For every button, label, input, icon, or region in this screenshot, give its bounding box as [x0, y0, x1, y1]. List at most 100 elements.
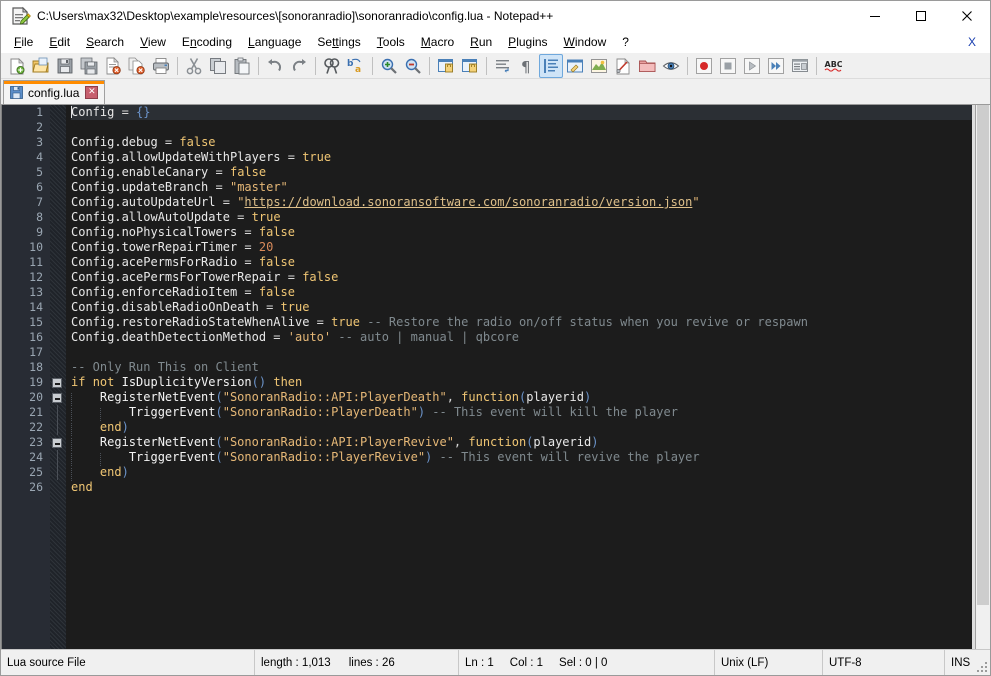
- cut-icon[interactable]: [182, 54, 206, 78]
- fold-margin-cell[interactable]: [50, 435, 66, 450]
- code-folding-margin[interactable]: [50, 105, 66, 649]
- token-link[interactable]: https://download.sonoransoftware.com/son…: [244, 195, 692, 209]
- document-map-icon[interactable]: [587, 54, 611, 78]
- code-line[interactable]: Config.deathDetectionMethod = 'auto' -- …: [71, 330, 990, 345]
- editor[interactable]: 1 2 3 4 5 6 7 8 9 10 11 12 13 14 15 16 17 18 19 20 21 22 23 24 2…: [1, 105, 990, 649]
- fold-margin-cell[interactable]: [50, 330, 66, 345]
- code-line[interactable]: Config.updateBranch = "master": [71, 180, 990, 195]
- code-line[interactable]: [71, 345, 990, 360]
- macro-record-icon[interactable]: [692, 54, 716, 78]
- word-wrap-icon[interactable]: [491, 54, 515, 78]
- code-line[interactable]: Config.debug = false: [71, 135, 990, 150]
- vertical-scrollbar-thumb[interactable]: [977, 105, 989, 606]
- vertical-scrollbar[interactable]: [975, 105, 990, 649]
- code-line[interactable]: -- Only Run This on Client: [71, 360, 990, 375]
- undo-icon[interactable]: [263, 54, 287, 78]
- code-line[interactable]: Config.noPhysicalTowers = false: [71, 225, 990, 240]
- folder-workspace-icon[interactable]: [635, 54, 659, 78]
- fold-margin-cell[interactable]: [50, 240, 66, 255]
- code-line[interactable]: Config.enableCanary = false: [71, 165, 990, 180]
- fold-margin-cell[interactable]: [50, 300, 66, 315]
- tab-close-icon[interactable]: ✕: [85, 86, 99, 99]
- fold-margin-cell[interactable]: [50, 465, 66, 480]
- menu-settings[interactable]: Settings: [309, 32, 368, 52]
- zoom-out-icon[interactable]: [401, 54, 425, 78]
- resize-grip-icon[interactable]: [975, 660, 987, 672]
- fold-margin-cell[interactable]: [50, 105, 66, 120]
- menu-view[interactable]: View: [132, 32, 174, 52]
- code-line[interactable]: if not IsDuplicityVersion() then: [71, 375, 990, 390]
- menu-language[interactable]: Language: [240, 32, 309, 52]
- paste-icon[interactable]: [230, 54, 254, 78]
- code-line[interactable]: TriggerEvent("SonoranRadio::PlayerDeath"…: [71, 405, 990, 421]
- fold-margin-cell[interactable]: [50, 165, 66, 180]
- code-line[interactable]: Config.acePermsForRadio = false: [71, 255, 990, 270]
- ui-display-icon[interactable]: [563, 54, 587, 78]
- fold-margin-cell[interactable]: [50, 420, 66, 435]
- code-line[interactable]: [71, 120, 990, 135]
- macro-run-multiple-icon[interactable]: [764, 54, 788, 78]
- code-line[interactable]: Config.autoUpdateUrl = "https://download…: [71, 195, 990, 210]
- close-all-files-icon[interactable]: [125, 54, 149, 78]
- indent-guide-icon[interactable]: [539, 53, 563, 78]
- fold-margin-cell[interactable]: [50, 210, 66, 225]
- status-insert-mode[interactable]: INS: [945, 650, 990, 675]
- menu-window[interactable]: Window: [556, 32, 615, 52]
- menu-macro[interactable]: Macro: [413, 32, 462, 52]
- menu-tools[interactable]: Tools: [369, 32, 413, 52]
- monitoring-icon[interactable]: [659, 54, 683, 78]
- close-file-icon[interactable]: [101, 54, 125, 78]
- code-line[interactable]: Config.allowAutoUpdate = true: [71, 210, 990, 225]
- menu-search[interactable]: Search: [78, 32, 132, 52]
- minimize-button[interactable]: [852, 1, 898, 31]
- fold-margin-cell[interactable]: [50, 360, 66, 375]
- code-line[interactable]: Config.disableRadioOnDeath = true: [71, 300, 990, 315]
- code-line[interactable]: TriggerEvent("SonoranRadio::PlayerRevive…: [71, 450, 990, 466]
- new-file-icon[interactable]: [5, 54, 29, 78]
- fold-margin-cell[interactable]: [50, 315, 66, 330]
- fold-margin-cell[interactable]: [50, 180, 66, 195]
- print-icon[interactable]: [149, 54, 173, 78]
- sync-horizontal-scrolling-icon[interactable]: [458, 54, 482, 78]
- tab-config-lua[interactable]: config.lua ✕: [3, 80, 106, 104]
- code-line[interactable]: Config = {}: [71, 105, 990, 120]
- fold-margin-cell[interactable]: [50, 480, 66, 495]
- fold-margin-cell[interactable]: [50, 270, 66, 285]
- code-line[interactable]: Config.allowUpdateWithPlayers = true: [71, 150, 990, 165]
- replace-icon[interactable]: b a: [344, 54, 368, 78]
- menu-encoding[interactable]: Encoding: [174, 32, 240, 52]
- function-list-icon[interactable]: [611, 54, 635, 78]
- macro-save-icon[interactable]: [788, 54, 812, 78]
- fold-margin-cell[interactable]: [50, 195, 66, 210]
- fold-collapse-icon[interactable]: [52, 393, 62, 403]
- fold-margin-cell[interactable]: [50, 255, 66, 270]
- close-button[interactable]: [944, 1, 990, 31]
- menu-run[interactable]: Run: [462, 32, 500, 52]
- code-line[interactable]: Config.restoreRadioStateWhenAlive = true…: [71, 315, 990, 330]
- maximize-button[interactable]: [898, 1, 944, 31]
- fold-collapse-icon[interactable]: [52, 378, 62, 388]
- zoom-in-icon[interactable]: [377, 54, 401, 78]
- fold-margin-cell[interactable]: [50, 405, 66, 420]
- fold-collapse-icon[interactable]: [52, 438, 62, 448]
- fold-margin-cell[interactable]: [50, 390, 66, 405]
- menu-help[interactable]: ?: [614, 32, 637, 52]
- redo-icon[interactable]: [287, 54, 311, 78]
- fold-margin-cell[interactable]: [50, 285, 66, 300]
- show-all-characters-icon[interactable]: ¶: [515, 54, 539, 78]
- find-icon[interactable]: [320, 54, 344, 78]
- code-line[interactable]: Config.towerRepairTimer = 20: [71, 240, 990, 255]
- open-file-icon[interactable]: [29, 54, 53, 78]
- close-document-button[interactable]: X: [960, 33, 990, 51]
- fold-margin-cell[interactable]: [50, 375, 66, 390]
- code-line[interactable]: RegisterNetEvent("SonoranRadio::API:Play…: [71, 435, 990, 451]
- macro-stop-icon[interactable]: [716, 54, 740, 78]
- save-icon[interactable]: [53, 54, 77, 78]
- save-all-icon[interactable]: [77, 54, 101, 78]
- menu-edit[interactable]: Edit: [41, 32, 78, 52]
- code-line[interactable]: end): [71, 465, 990, 481]
- fold-margin-cell[interactable]: [50, 120, 66, 135]
- sync-vertical-scrolling-icon[interactable]: [434, 54, 458, 78]
- fold-margin-cell[interactable]: [50, 150, 66, 165]
- code-text-area[interactable]: Config = {} Config.debug = false Config.al…: [66, 105, 990, 649]
